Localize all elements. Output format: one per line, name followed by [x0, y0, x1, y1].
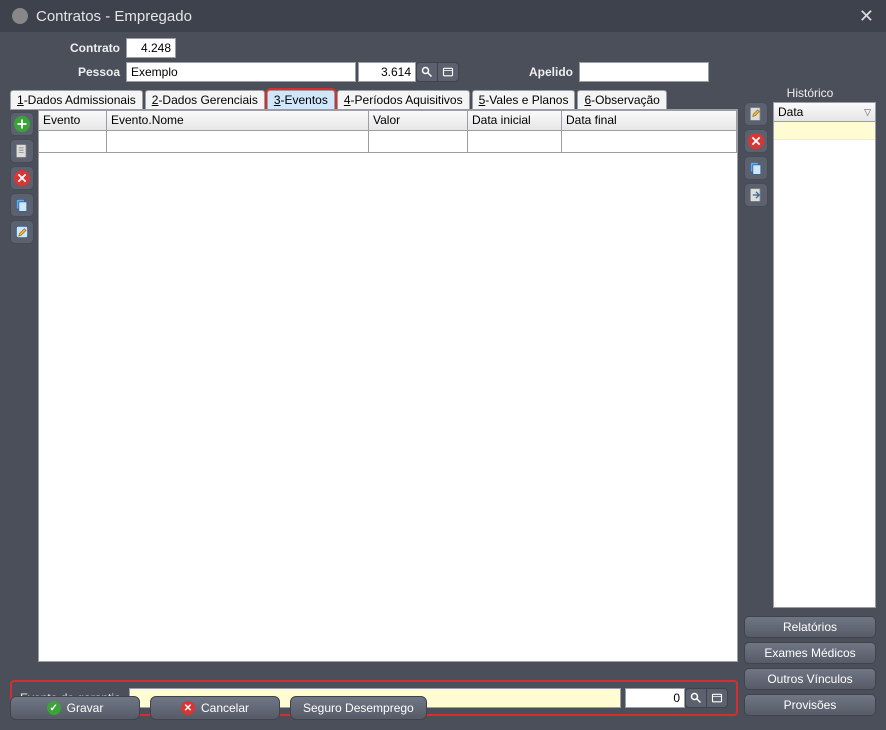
- contrato-value: 4.248: [126, 38, 176, 58]
- pessoa-code: 3.614: [358, 62, 416, 82]
- contrato-label: Contrato: [50, 41, 126, 55]
- hist-delete-icon[interactable]: [744, 129, 768, 153]
- grid-area: Evento Evento.Nome Valor Data inicial Da…: [10, 109, 738, 662]
- tab-3-num: 3: [274, 93, 281, 107]
- gravar-button[interactable]: ✓ Gravar: [10, 696, 140, 720]
- apelido-label: Apelido: [489, 65, 579, 79]
- tab-2-label: -Dados Gerenciais: [158, 93, 257, 107]
- tab-vales-planos[interactable]: 5-Vales e Planos: [472, 90, 576, 109]
- col-data-inicial[interactable]: Data inicial: [468, 111, 562, 130]
- check-icon: ✓: [47, 701, 61, 715]
- garantia-search-icon[interactable]: [685, 688, 707, 708]
- historico-col-label: Data: [778, 105, 803, 119]
- historico-area: Data ▽: [744, 102, 876, 608]
- row-pessoa: Pessoa 3.614 Apelido: [10, 62, 876, 82]
- col-evento[interactable]: Evento: [39, 111, 107, 130]
- tab-5-label: -Vales e Planos: [485, 93, 568, 107]
- tab-1-label: -Dados Admissionais: [24, 93, 136, 107]
- hist-transfer-icon[interactable]: [744, 183, 768, 207]
- events-grid[interactable]: Evento Evento.Nome Valor Data inicial Da…: [38, 110, 738, 662]
- tab-4-label: -Períodos Aquisitivos: [351, 93, 463, 107]
- cancel-icon: ✕: [181, 701, 195, 715]
- right-buttons: Relatórios Exames Médicos Outros Vínculo…: [744, 616, 876, 716]
- seguro-label: Seguro Desemprego: [303, 701, 414, 715]
- col-data-final[interactable]: Data final: [562, 111, 737, 130]
- delete-icon[interactable]: [10, 166, 34, 190]
- tab-eventos[interactable]: 3-Eventos: [267, 90, 335, 109]
- window: Contratos - Empregado ✕ Contrato 4.248 P…: [0, 0, 886, 730]
- pessoa-search-icon[interactable]: [416, 62, 438, 82]
- left-column: 1-Dados Admissionais 2-Dados Gerenciais …: [10, 86, 738, 716]
- apelido-input[interactable]: [579, 62, 709, 82]
- col-valor[interactable]: Valor: [369, 111, 468, 130]
- tab-1-num: 1: [17, 93, 24, 107]
- content: Contrato 4.248 Pessoa 3.614 Apelido: [10, 38, 876, 720]
- hist-edit-icon[interactable]: [744, 102, 768, 126]
- grid-empty-row: [39, 131, 737, 153]
- note-icon[interactable]: [10, 220, 34, 244]
- grid-toolbar: [10, 110, 38, 662]
- historico-col-data[interactable]: Data ▽: [774, 103, 875, 122]
- pessoa-label: Pessoa: [50, 65, 126, 79]
- tab-dados-admissionais[interactable]: 1-Dados Admissionais: [10, 90, 143, 109]
- cancelar-label: Cancelar: [201, 701, 249, 715]
- historico-toolbar: [744, 102, 770, 608]
- close-icon[interactable]: ✕: [859, 6, 874, 27]
- historico-selected-row[interactable]: [774, 122, 875, 140]
- col-evento-nome[interactable]: Evento.Nome: [107, 111, 369, 130]
- seguro-desemprego-button[interactable]: Seguro Desemprego: [290, 696, 427, 720]
- exames-medicos-button[interactable]: Exames Médicos: [744, 642, 876, 664]
- historico-label: Histórico: [744, 86, 876, 100]
- pessoa-input[interactable]: [126, 62, 356, 82]
- sort-desc-icon: ▽: [864, 107, 871, 118]
- tab-6-label: -Observação: [591, 93, 660, 107]
- relatorios-button[interactable]: Relatórios: [744, 616, 876, 638]
- tab-periodos-aquisitivos[interactable]: 4-Períodos Aquisitivos: [337, 90, 470, 109]
- tab-4-num: 4: [344, 93, 351, 107]
- copy-icon[interactable]: [10, 193, 34, 217]
- bottom-bar: ✓ Gravar ✕ Cancelar Seguro Desemprego: [10, 696, 427, 720]
- main-area: 1-Dados Admissionais 2-Dados Gerenciais …: [10, 86, 876, 716]
- edit-icon[interactable]: [10, 139, 34, 163]
- window-title: Contratos - Empregado: [36, 8, 192, 25]
- garantia-detail-icon[interactable]: [706, 688, 728, 708]
- titlebar: Contratos - Empregado ✕: [0, 0, 886, 32]
- pessoa-detail-icon[interactable]: [437, 62, 459, 82]
- hist-copy-icon[interactable]: [744, 156, 768, 180]
- provisoes-button[interactable]: Provisões: [744, 694, 876, 716]
- row-contrato: Contrato 4.248: [10, 38, 876, 58]
- tab-observacao[interactable]: 6-Observação: [577, 90, 666, 109]
- tab-3-label: -Eventos: [281, 93, 328, 107]
- evento-garantia-code: 0: [625, 688, 685, 708]
- app-icon: [12, 8, 28, 24]
- historico-grid[interactable]: Data ▽: [773, 102, 876, 608]
- gravar-label: Gravar: [67, 701, 104, 715]
- tabs: 1-Dados Admissionais 2-Dados Gerenciais …: [10, 90, 738, 109]
- grid-header: Evento Evento.Nome Valor Data inicial Da…: [39, 111, 737, 131]
- add-icon[interactable]: [10, 112, 34, 136]
- outros-vinculos-button[interactable]: Outros Vínculos: [744, 668, 876, 690]
- tab-dados-gerenciais[interactable]: 2-Dados Gerenciais: [145, 90, 265, 109]
- right-column: Histórico: [744, 86, 876, 716]
- cancelar-button[interactable]: ✕ Cancelar: [150, 696, 280, 720]
